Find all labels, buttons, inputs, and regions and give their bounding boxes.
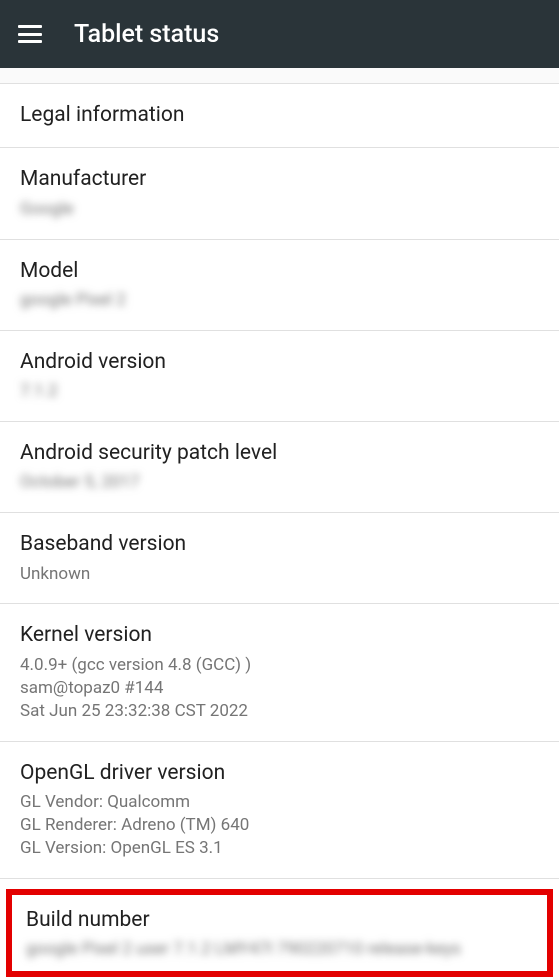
item-value: 7.1.2: [20, 380, 539, 403]
item-value: October 5, 2017: [20, 471, 539, 494]
item-title: Android security patch level: [20, 440, 539, 467]
item-title: Legal information: [20, 102, 539, 129]
item-title: Model: [20, 258, 539, 285]
divider: [0, 68, 559, 84]
item-manufacturer[interactable]: Manufacturer Google: [0, 148, 559, 239]
settings-list: Legal information Manufacturer Google Mo…: [0, 68, 559, 977]
item-title: Manufacturer: [20, 166, 539, 193]
item-legal-information[interactable]: Legal information: [0, 84, 559, 148]
item-title: Baseband version: [20, 531, 539, 558]
item-value: google Pixel 2: [20, 289, 539, 312]
item-value: google Pixel 2 user 7.1.2 LMY47I 7902207…: [26, 938, 533, 961]
item-value: Unknown: [20, 563, 539, 586]
item-model[interactable]: Model google Pixel 2: [0, 240, 559, 331]
item-title: OpenGL driver version: [20, 760, 539, 787]
item-value: Google: [20, 198, 539, 221]
app-header: Tablet status: [0, 0, 559, 68]
item-title: Android version: [20, 349, 539, 376]
page-title: Tablet status: [74, 20, 219, 49]
item-android-version[interactable]: Android version 7.1.2: [0, 331, 559, 422]
item-kernel-version[interactable]: Kernel version 4.0.9+ (gcc version 4.8 (…: [0, 604, 559, 741]
item-baseband-version[interactable]: Baseband version Unknown: [0, 513, 559, 604]
hamburger-menu-icon[interactable]: [18, 25, 42, 43]
item-title: Kernel version: [20, 622, 539, 649]
item-value: 4.0.9+ (gcc version 4.8 (GCC) ) sam@topa…: [20, 654, 539, 723]
item-title: Build number: [26, 907, 533, 934]
item-value: GL Vendor: Qualcomm GL Renderer: Adreno …: [20, 791, 539, 860]
item-opengl-driver[interactable]: OpenGL driver version GL Vendor: Qualcom…: [0, 742, 559, 879]
item-security-patch[interactable]: Android security patch level October 5, …: [0, 422, 559, 513]
